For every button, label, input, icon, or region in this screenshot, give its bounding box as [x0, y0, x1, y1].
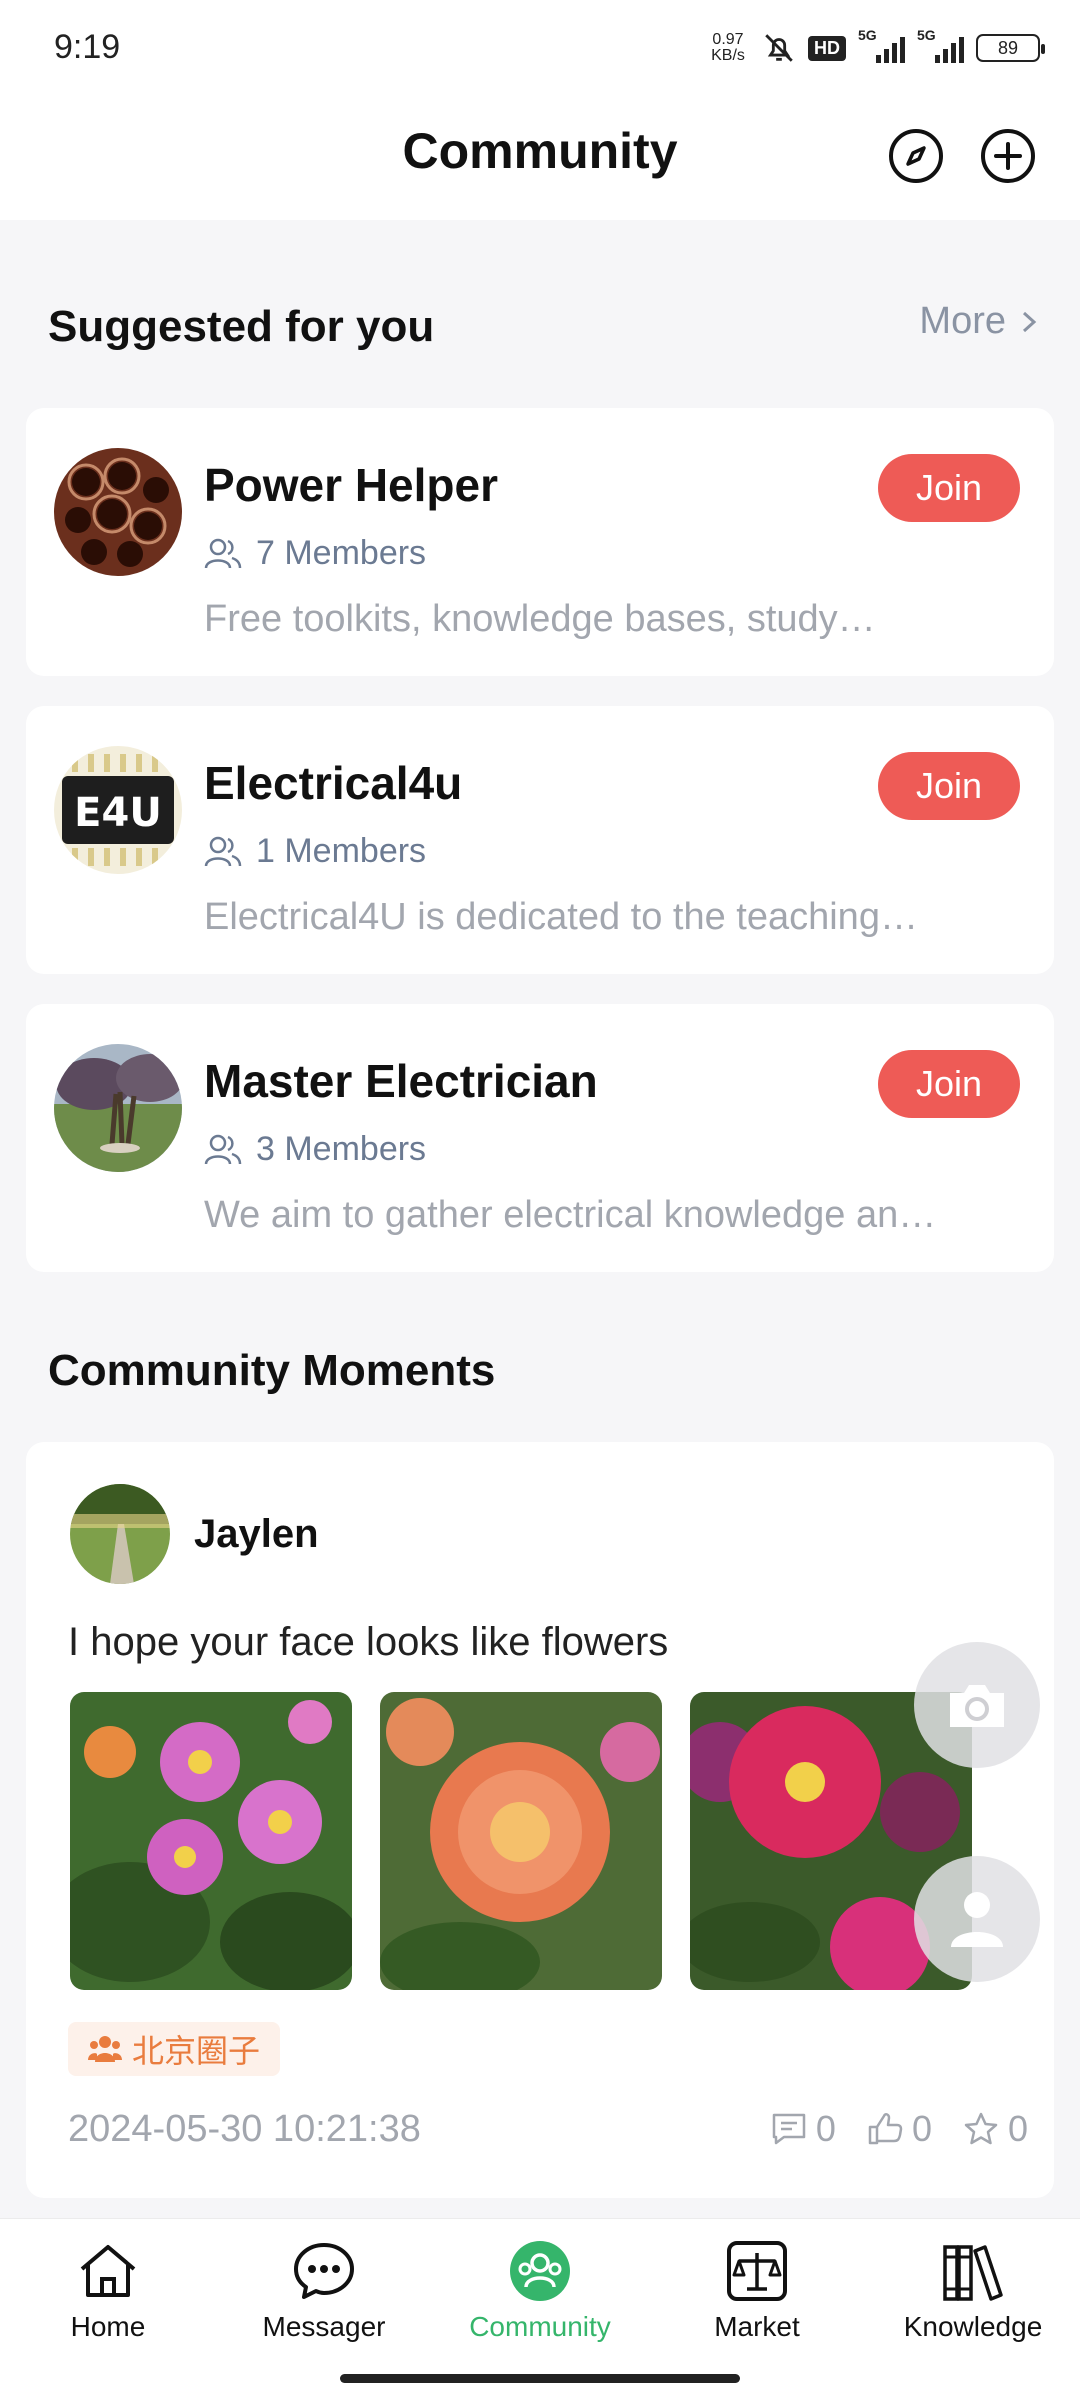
comment-icon: [772, 2113, 806, 2145]
chevron-right-icon: [1022, 311, 1037, 332]
net-speed: 0.97 KB/s: [711, 31, 745, 64]
group-name: Electrical4u: [204, 757, 463, 809]
status-time: 9:19: [54, 28, 121, 66]
chat-icon: [294, 2243, 354, 2299]
e4u-logo-text: E4U: [74, 790, 162, 836]
hd-badge: HD: [808, 35, 846, 61]
thumbs-up-icon: [868, 2113, 903, 2145]
group-avatar: E4U: [54, 746, 182, 874]
group-card[interactable]: Power Helper 7 Members Free toolkits, kn…: [26, 408, 1054, 676]
join-button[interactable]: Join: [878, 454, 1020, 522]
group-description: Electrical4U is dedicated to the teachin…: [204, 896, 918, 938]
scale-icon: [727, 2241, 787, 2301]
nav-item-messager[interactable]: Messager: [224, 2239, 424, 2343]
author-name[interactable]: Jaylen: [194, 1512, 319, 1557]
members-row: 1 Members: [204, 832, 426, 871]
group-name: Master Electrician: [204, 1055, 598, 1107]
post-photo[interactable]: [380, 1692, 662, 1990]
profile-float-button[interactable]: [914, 1856, 1040, 1982]
more-link[interactable]: More: [919, 300, 1040, 343]
group-description: Free toolkits, knowledge bases, study…: [204, 598, 876, 640]
join-button[interactable]: Join: [878, 752, 1020, 820]
signal-icon-2: 5G: [917, 27, 964, 63]
community-icon: [510, 2241, 570, 2301]
nav-item-home[interactable]: Home: [8, 2239, 208, 2343]
suggested-title: Suggested for you: [48, 302, 435, 351]
members-icon: [204, 538, 242, 568]
add-icon[interactable]: [978, 126, 1038, 186]
members-count: 3 Members: [256, 1130, 427, 1168]
battery-icon: 89: [976, 34, 1045, 62]
mute-bell-icon: [765, 34, 793, 62]
group-tag-icon: [88, 2036, 122, 2062]
post-stats: 0 0 0: [770, 2108, 1028, 2150]
moment-text: I hope your face looks like flowers: [68, 1620, 669, 1664]
like-stat[interactable]: 0: [866, 2108, 932, 2150]
members-count: 1 Members: [256, 832, 427, 870]
bottom-nav: Home Messager Community Market Knowledge: [0, 2218, 1080, 2400]
author-avatar[interactable]: [70, 1484, 170, 1584]
group-name: Power Helper: [204, 459, 498, 511]
nav-item-community[interactable]: Community: [440, 2239, 640, 2343]
group-avatar: [54, 448, 182, 576]
comment-stat[interactable]: 0: [770, 2108, 836, 2150]
person-icon: [951, 1892, 1003, 1947]
app-header: Community: [0, 100, 1080, 220]
moment-card[interactable]: Jaylen I hope your face looks like flowe…: [26, 1442, 1054, 2198]
status-bar: 9:19 0.97 KB/s HD 5G 5G 89: [0, 0, 1080, 100]
home-icon: [80, 2245, 136, 2297]
favorite-stat[interactable]: 0: [962, 2108, 1028, 2150]
members-row: 7 Members: [204, 534, 426, 573]
signal-icon: 5G: [858, 27, 905, 63]
moments-title: Community Moments: [48, 1346, 496, 1395]
members-icon: [204, 1134, 242, 1164]
camera-icon: [950, 1685, 1004, 1727]
camera-float-button[interactable]: [914, 1642, 1040, 1768]
books-icon: [943, 2245, 1003, 2301]
nav-item-knowledge[interactable]: Knowledge: [873, 2239, 1073, 2343]
join-button[interactable]: Join: [878, 1050, 1020, 1118]
post-timestamp: 2024-05-30 10:21:38: [68, 2108, 421, 2150]
home-indicator: [340, 2374, 740, 2383]
post-photo[interactable]: [70, 1692, 352, 1990]
circle-tag-label: 北京圈子: [132, 2033, 261, 2069]
group-description: We aim to gather electrical knowledge an…: [204, 1194, 937, 1236]
status-icons: 0.97 KB/s HD 5G 5G 89: [706, 26, 1045, 70]
star-icon: [964, 2112, 998, 2145]
nav-item-market[interactable]: Market: [657, 2239, 857, 2343]
members-count: 7 Members: [256, 534, 427, 572]
group-card[interactable]: Master Electrician 3 Members We aim to g…: [26, 1004, 1054, 1272]
group-avatar: [54, 1044, 182, 1172]
members-row: 3 Members: [204, 1130, 426, 1169]
compass-icon[interactable]: [886, 126, 946, 186]
members-icon: [204, 836, 242, 866]
group-card[interactable]: E4U Electrical4u 1 Members Electrical4U …: [26, 706, 1054, 974]
circle-tag[interactable]: 北京圈子: [68, 2022, 281, 2076]
